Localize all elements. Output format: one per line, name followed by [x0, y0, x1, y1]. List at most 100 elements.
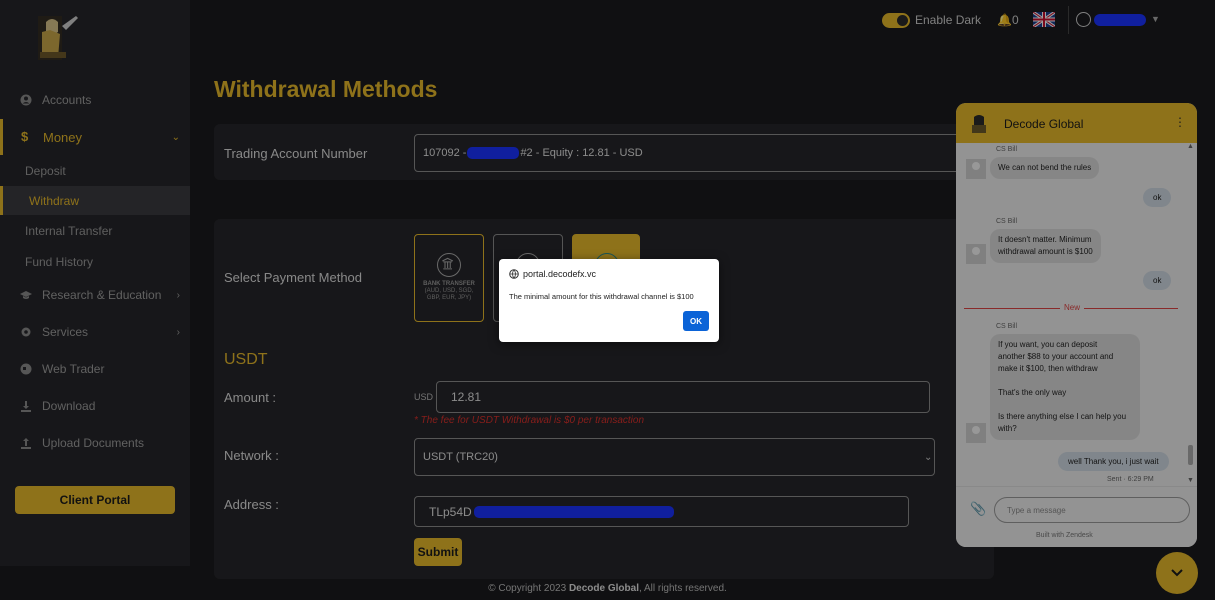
notifications-button[interactable]: 🔔0 — [997, 13, 1019, 27]
chat-toggle-button[interactable] — [1156, 552, 1198, 594]
sidebar-item-services[interactable]: Services › — [0, 317, 190, 347]
chat-message-spacer — [998, 375, 1132, 387]
chat-message-line: another $88 to your account and — [998, 352, 1114, 361]
address-input[interactable]: TLp54D — [414, 496, 909, 527]
scroll-up-icon[interactable]: ▲ — [1187, 143, 1194, 150]
user-avatar-icon[interactable] — [1076, 12, 1091, 27]
brand-logo — [38, 16, 78, 60]
chat-message-line: withdrawal amount is $100 — [998, 247, 1093, 256]
sidebar-subitem-withdraw[interactable]: Withdraw — [0, 186, 190, 215]
chat-message-line: It doesn't matter. Minimum — [998, 235, 1092, 244]
sidebar-item-label: Download — [42, 399, 96, 413]
network-label: Network : — [224, 448, 279, 463]
payment-method-bank-transfer[interactable]: BANK TRANSFER (AUD, USD, SGD, GBP, EUR, … — [414, 234, 484, 322]
sidebar-subitem-label: Internal Transfer — [25, 224, 113, 238]
graduation-cap-icon — [20, 291, 32, 299]
chevron-down-icon: ⌄ — [924, 452, 933, 463]
trading-account-value-prefix: 107092 - — [423, 147, 467, 159]
fee-note: * The fee for USDT Withdrawal is $0 per … — [414, 415, 645, 426]
sidebar-item-label: Accounts — [42, 93, 92, 107]
dark-mode-toggle[interactable] — [882, 13, 910, 28]
sidebar-subitem-deposit[interactable]: Deposit — [0, 157, 190, 185]
address-label: Address : — [224, 497, 279, 512]
chat-widget: Decode Global ⋮ CS Bill We can not bend … — [956, 103, 1197, 547]
trading-account-label: Trading Account Number — [224, 146, 368, 161]
footer-copyright: © Copyright 2023 — [488, 583, 569, 594]
chat-brand-logo — [972, 115, 986, 133]
chat-scrollbar-thumb[interactable] — [1188, 445, 1193, 465]
chat-message-line: If you want, you can deposit — [998, 340, 1098, 349]
message-author: CS Bill — [996, 323, 1018, 330]
sidebar-item-label: Money — [43, 129, 83, 145]
new-messages-label: New — [1060, 303, 1085, 312]
sidebar-item-research-education[interactable]: Research & Education › — [0, 280, 190, 310]
dark-mode-label: Enable Dark — [915, 13, 982, 27]
bank-transfer-text: BANK TRANSFER (AUD, USD, SGD, GBP, EUR, … — [419, 281, 479, 302]
own-message: well Thank you, i just wait — [1058, 452, 1169, 471]
chat-header: Decode Global ⋮ — [956, 103, 1197, 143]
user-name-redacted[interactable] — [1094, 14, 1146, 26]
chat-composer: 📎 Type a message Built with Zendesk — [956, 486, 1197, 547]
amount-currency: USD — [414, 392, 434, 402]
message-author: CS Bill — [996, 146, 1018, 153]
alert-origin: portal.decodefx.vc — [509, 269, 596, 279]
paperclip-icon[interactable]: 📎 — [970, 501, 986, 517]
scroll-down-icon[interactable]: ▼ — [1187, 477, 1194, 484]
sidebar-subitem-internal-transfer[interactable]: Internal Transfer — [0, 217, 190, 245]
dollar-icon: $ — [21, 129, 29, 144]
own-message: ok — [1143, 188, 1172, 207]
upload-icon — [21, 438, 31, 449]
footer-rights: , All rights reserved. — [638, 583, 727, 594]
network-select[interactable]: USDT (TRC20) — [414, 438, 935, 476]
sidebar-item-upload-documents[interactable]: Upload Documents — [0, 428, 190, 458]
user-circle-icon — [20, 94, 32, 106]
gear-icon — [21, 327, 31, 337]
page-title: Withdrawal Methods — [214, 76, 438, 102]
chevron-right-icon: › — [176, 289, 180, 301]
usdt-section-title: USDT — [224, 351, 268, 368]
chat-title: Decode Global — [1004, 117, 1084, 131]
sent-timestamp: Sent · 6:29 PM — [1107, 476, 1154, 483]
alert-message: The minimal amount for this withdrawal c… — [509, 292, 694, 301]
payment-method-label: Select Payment Method — [224, 270, 363, 285]
chat-message: We can not bend the rules — [990, 157, 1100, 179]
bank-icon — [437, 253, 461, 277]
sidebar-subitem-label: Fund History — [25, 255, 94, 269]
globe-icon — [509, 269, 519, 279]
amount-input[interactable]: 12.81 — [436, 381, 930, 413]
sidebar-item-accounts[interactable]: Accounts — [0, 85, 190, 115]
agent-avatar — [966, 423, 986, 443]
sidebar-item-label: Research & Education — [42, 288, 162, 302]
agent-avatar — [966, 244, 986, 264]
more-vertical-icon[interactable]: ⋮ — [1174, 115, 1186, 129]
chat-message-line: That's the only way — [998, 388, 1067, 397]
client-portal-button[interactable]: Client Portal — [15, 486, 175, 514]
sidebar-subitem-label: Deposit — [25, 164, 66, 178]
uk-flag-icon[interactable] — [1033, 12, 1055, 27]
trading-account-select[interactable]: 107092 - #2 - Equity : 12.81 - USD — [414, 134, 994, 172]
redacted-name — [467, 147, 520, 159]
alert-ok-button[interactable]: OK — [683, 311, 709, 331]
globe-icon — [20, 363, 32, 375]
sidebar-item-download[interactable]: Download — [0, 391, 190, 421]
bell-icon: 🔔 — [997, 13, 1012, 27]
own-message: ok — [1143, 271, 1172, 290]
address-value-prefix: TLp54D — [429, 504, 472, 519]
sidebar-subitem-fund-history[interactable]: Fund History — [0, 248, 190, 276]
sidebar-subitem-label: Withdraw — [29, 193, 80, 208]
caret-down-icon[interactable]: ▼ — [1151, 14, 1160, 24]
bank-transfer-label: BANK TRANSFER — [423, 281, 475, 287]
footer-brand: Decode Global — [568, 583, 639, 594]
chat-message-line: Is there anything else I can help you — [998, 412, 1127, 421]
agent-avatar — [966, 159, 986, 179]
download-icon — [21, 401, 31, 412]
chat-message-input[interactable]: Type a message — [994, 497, 1190, 523]
chevron-right-icon: › — [176, 326, 180, 338]
chat-scrollbar[interactable]: ▲ ▼ — [1187, 143, 1195, 486]
built-with-zendesk[interactable]: Built with Zendesk — [1036, 532, 1093, 539]
sidebar-item-money[interactable]: $ Money ⌄ — [0, 119, 190, 155]
sidebar-item-web-trader[interactable]: Web Trader — [0, 354, 190, 384]
footer: © Copyright 2023 Decode Global, All righ… — [0, 583, 1215, 594]
submit-button[interactable]: Submit — [414, 538, 462, 566]
topbar-divider — [1068, 6, 1069, 34]
